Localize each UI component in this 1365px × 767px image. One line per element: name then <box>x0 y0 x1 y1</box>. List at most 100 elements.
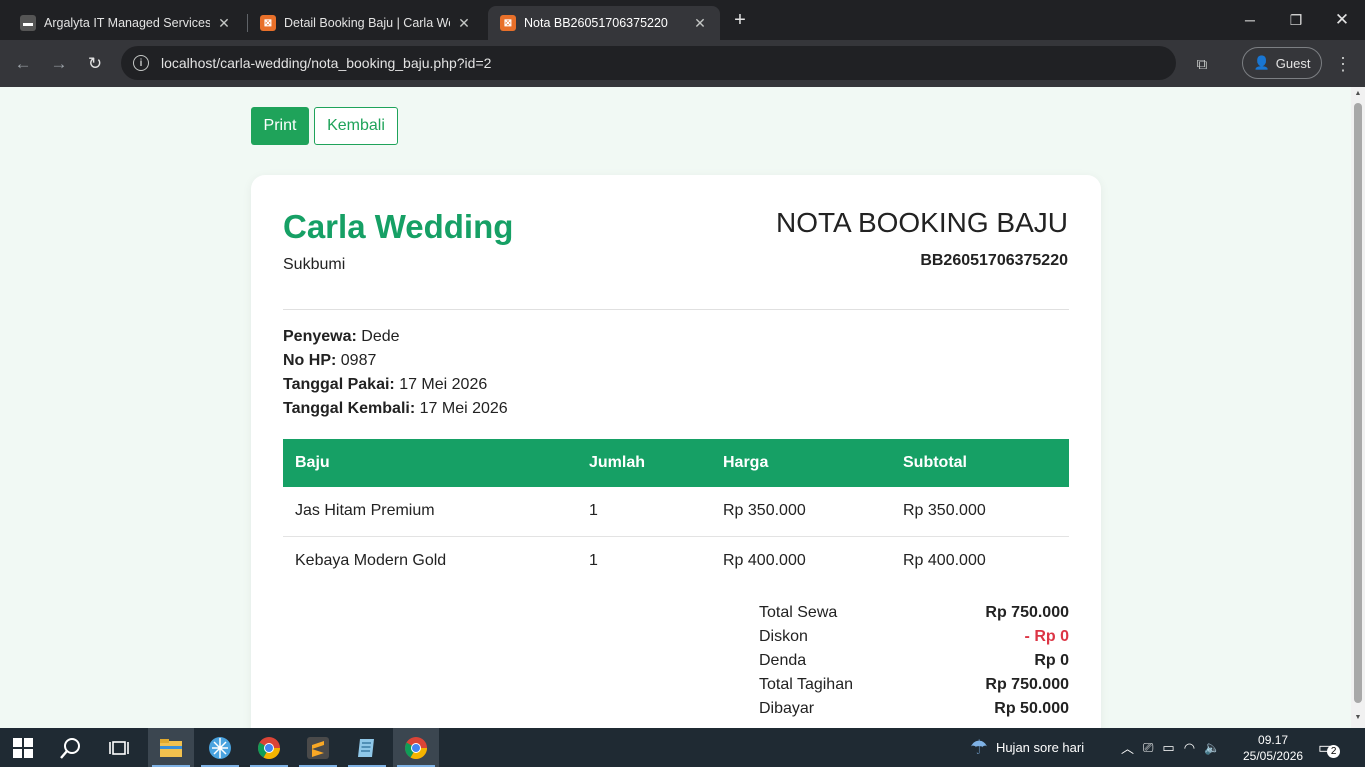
tab-argalyta[interactable]: ▬ Argalyta IT Managed Services & ✕ <box>8 6 244 40</box>
document-number: BB26051706375220 <box>920 252 1068 269</box>
tab-nota[interactable]: ⊠ Nota BB26051706375220 ✕ <box>488 6 720 40</box>
notification-center-icon[interactable]: ▭ 2 <box>1318 728 1341 767</box>
clock-time: 09.17 <box>1258 732 1289 747</box>
cell-qty: 1 <box>577 487 711 537</box>
forward-arrow-icon[interactable]: → <box>45 50 73 78</box>
profile-label: Guest <box>1275 55 1311 71</box>
battery-icon[interactable]: ▭ <box>1162 740 1174 756</box>
file-explorer-icon[interactable] <box>148 728 194 767</box>
cell-subtotal: Rp 350.000 <box>891 487 1069 537</box>
tab-detail-booking[interactable]: ⊠ Detail Booking Baju | Carla Wedding ✕ <box>248 6 484 40</box>
column-header: Subtotal <box>891 439 1069 487</box>
search-icon[interactable] <box>48 728 94 767</box>
scroll-down-arrow-icon[interactable]: ▼ <box>1354 714 1362 721</box>
info-label: No HP: <box>283 352 337 369</box>
divider <box>283 309 1069 310</box>
reload-icon[interactable]: ↻ <box>81 50 109 78</box>
restore-icon[interactable]: ❐ <box>1273 0 1319 40</box>
profile-button[interactable]: 👤 Guest <box>1242 47 1322 79</box>
site-info-icon[interactable]: i <box>133 55 149 71</box>
menu-kebab-icon[interactable]: ⋮ <box>1329 50 1357 78</box>
column-header: Harga <box>711 439 891 487</box>
cell-item: Kebaya Modern Gold <box>295 551 447 569</box>
column-header: Baju <box>283 439 577 487</box>
info-label: Tanggal Kembali: <box>283 400 416 417</box>
summary-value: Rp 0 <box>1034 652 1069 669</box>
volume-icon[interactable]: 🔈 <box>1204 740 1220 756</box>
summary-fine: Denda Rp 0 <box>759 652 1069 670</box>
info-return-date: Tanggal Kembali: 17 Mei 2026 <box>283 400 508 418</box>
windows-start-icon[interactable] <box>0 728 46 767</box>
info-phone: No HP: 0987 <box>283 352 376 370</box>
summary-value: Rp 750.000 <box>985 676 1069 693</box>
tab-strip: ▬ Argalyta IT Managed Services & ✕ ⊠ Det… <box>0 0 1365 40</box>
chevron-up-icon[interactable]: ︿ <box>1121 738 1134 757</box>
network-app-icon[interactable] <box>197 728 243 767</box>
taskbar: ☂ Hujan sore hari ︿ ⎚ ▭ ◠ 🔈 09.17 25/05/… <box>0 728 1365 767</box>
summary-label: Dibayar <box>759 700 815 717</box>
cast-search-icon[interactable]: ⧉ <box>1188 50 1216 78</box>
tab-title: Detail Booking Baju | Carla Wedding <box>284 16 450 30</box>
page-viewport: Print Kembali Carla Wedding Sukbumi NOTA… <box>0 87 1351 728</box>
chrome-icon[interactable] <box>246 728 292 767</box>
summary-total-rent: Total Sewa Rp 750.000 <box>759 604 1069 622</box>
summary-label: Total Tagihan <box>759 676 853 693</box>
minimize-icon[interactable]: ─ <box>1227 0 1273 40</box>
back-arrow-icon[interactable]: ← <box>9 50 37 78</box>
scrollbar-thumb[interactable] <box>1354 103 1362 703</box>
close-window-icon[interactable]: ✕ <box>1319 0 1365 40</box>
brand-city: Sukbumi <box>283 256 346 273</box>
task-view-icon[interactable] <box>96 728 142 767</box>
xampp-favicon-icon: ⊠ <box>500 15 516 31</box>
clock-date: 25/05/2026 <box>1243 748 1304 763</box>
brand-name: Carla Wedding <box>283 208 514 245</box>
notepad-icon[interactable] <box>344 728 390 767</box>
items-table: Baju Jumlah Harga Subtotal Jas Hitam Pre… <box>283 439 1069 585</box>
tab-title: Nota BB26051706375220 <box>524 16 668 30</box>
chrome-active-icon[interactable] <box>393 728 439 767</box>
info-value: 0987 <box>340 352 377 369</box>
system-tray: ︿ ⎚ ▭ ◠ 🔈 <box>1121 728 1220 767</box>
info-value: Dede <box>361 328 400 345</box>
summary-discount: Diskon - Rp 0 <box>759 628 1069 646</box>
summary-label: Total Sewa <box>759 604 838 621</box>
wifi-icon[interactable]: ◠ <box>1184 740 1195 756</box>
summary-value: Rp 50.000 <box>994 700 1069 717</box>
summary-paid: Dibayar Rp 50.000 <box>759 700 1069 718</box>
info-value: 17 Mei 2026 <box>419 400 508 417</box>
summary-value: Rp 750.000 <box>985 604 1069 621</box>
rain-umbrella-icon: ☂ <box>970 737 988 759</box>
close-tab-icon[interactable]: ✕ <box>216 15 232 32</box>
info-label: Penyewa: <box>283 328 357 345</box>
summary-label: Diskon <box>759 628 808 645</box>
site-favicon-icon: ▬ <box>20 15 36 31</box>
summary-total-bill: Total Tagihan Rp 750.000 <box>759 676 1069 694</box>
new-tab-icon[interactable]: + <box>730 8 750 32</box>
clock[interactable]: 09.17 25/05/2026 <box>1243 728 1303 767</box>
page-scrollbar[interactable]: ▲ ▼ <box>1351 87 1365 728</box>
weather-widget[interactable]: ☂ Hujan sore hari <box>970 728 1084 767</box>
info-renter: Penyewa: Dede <box>283 328 400 346</box>
summary-label: Denda <box>759 652 807 669</box>
back-button[interactable]: Kembali <box>314 107 398 145</box>
column-header: Jumlah <box>577 439 711 487</box>
info-value: 17 Mei 2026 <box>399 376 488 393</box>
document-title: NOTA BOOKING BAJU <box>776 207 1068 238</box>
xampp-favicon-icon: ⊠ <box>260 15 276 31</box>
weather-text: Hujan sore hari <box>995 740 1085 755</box>
close-tab-icon[interactable]: ✕ <box>692 15 708 32</box>
table-row: Kebaya Modern Gold 1 Rp 400.000 Rp 400.0… <box>283 536 1069 585</box>
notification-count: 2 <box>1327 745 1341 758</box>
print-button[interactable]: Print <box>251 107 309 145</box>
meet-camera-icon[interactable]: ⎚ <box>1143 740 1153 756</box>
summary-value: - Rp 0 <box>1024 628 1069 645</box>
sublime-text-icon[interactable] <box>295 728 341 767</box>
tab-title: Argalyta IT Managed Services & <box>44 16 210 30</box>
address-bar[interactable]: i localhost/carla-wedding/nota_booking_b… <box>121 46 1176 80</box>
scroll-up-arrow-icon[interactable]: ▲ <box>1354 90 1362 97</box>
cell-price: Rp 350.000 <box>711 487 891 537</box>
profile-icon: 👤 <box>1253 55 1270 70</box>
url-text: localhost/carla-wedding/nota_booking_baj… <box>161 55 492 71</box>
close-tab-icon[interactable]: ✕ <box>456 15 472 32</box>
table-header-row: Baju Jumlah Harga Subtotal <box>283 439 1069 487</box>
